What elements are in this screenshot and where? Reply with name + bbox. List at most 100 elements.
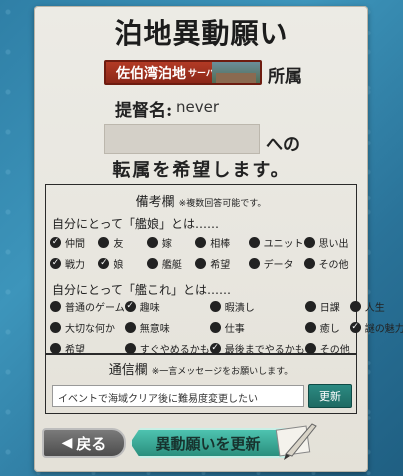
unchecked-checkbox-icon: [124, 343, 136, 354]
submit-label: 異動願いを更新: [155, 434, 261, 453]
quill-icon: [275, 423, 317, 460]
admiral-name: never: [176, 98, 220, 116]
base-name: 佐伯湾泊地: [116, 65, 186, 82]
q1-option[interactable]: 艦艇: [146, 256, 195, 271]
q2-option[interactable]: 無意味: [124, 320, 210, 335]
q2-title: 自分にとって「艦これ」とは……: [52, 283, 232, 297]
q1-option[interactable]: 娘: [98, 256, 146, 271]
unchecked-checkbox-icon: [98, 237, 110, 248]
q1-option-label: データ: [263, 260, 294, 271]
q2-option[interactable]: 謎の魅力: [349, 320, 403, 335]
q1-option-label: 相棒: [210, 239, 231, 250]
q1-option[interactable]: 仲間: [50, 235, 98, 250]
q2-option-label: 仕事: [224, 324, 245, 335]
base-badge: 佐伯湾泊地 サーバ: [104, 60, 262, 85]
q2-option[interactable]: 癒し: [304, 320, 350, 335]
checked-checkbox-icon: [209, 343, 221, 354]
unchecked-checkbox-icon: [303, 258, 315, 269]
checked-checkbox-icon: [349, 322, 361, 333]
remarks-title: 備考欄: [135, 195, 175, 210]
base-illustration: [212, 62, 260, 83]
q1-option-label: その他: [318, 260, 349, 271]
unchecked-checkbox-icon: [50, 301, 61, 312]
message-input[interactable]: イベントで海域クリア後に難易度変更したい: [52, 385, 304, 407]
admiral-label: 提督名:: [115, 101, 173, 121]
q2-option[interactable]: 暇潰し: [209, 299, 305, 314]
checked-checkbox-icon: [50, 258, 61, 269]
unchecked-checkbox-icon: [304, 343, 316, 354]
q1-option[interactable]: 相棒: [195, 235, 248, 250]
q2-option-label: 暇潰し: [224, 303, 255, 314]
request-text: 転属を希望します。: [112, 160, 291, 181]
unchecked-checkbox-icon: [304, 322, 316, 333]
q1-option[interactable]: 希望: [195, 256, 248, 271]
q1-option[interactable]: 戦力: [50, 256, 98, 271]
q2-option[interactable]: 普通のゲーム: [50, 299, 125, 314]
target-base-field[interactable]: [104, 124, 260, 154]
q1-option[interactable]: ユニット: [248, 235, 304, 250]
comm-section: 通信欄 ※一言メッセージをお願いします。 イベントで海域クリア後に難易度変更したい…: [45, 354, 357, 414]
q2-option-label: 謎の魅力: [364, 324, 403, 335]
comm-header: 通信欄 ※一言メッセージをお願いします。: [46, 359, 356, 378]
q2-option-label: 無意味: [139, 324, 170, 335]
remarks-note: ※複数回答可能です。: [178, 199, 267, 209]
q2-option-label: 趣味: [139, 303, 160, 314]
to-label: への: [266, 135, 300, 155]
unchecked-checkbox-icon: [209, 301, 221, 312]
q1-option-label: 戦力: [65, 260, 85, 271]
q2-option-label: 大切な何か: [65, 324, 115, 335]
q2-option[interactable]: 人生: [349, 299, 403, 314]
unchecked-checkbox-icon: [146, 237, 158, 248]
comm-note: ※一言メッセージをお願いします。: [151, 367, 294, 377]
unchecked-checkbox-icon: [50, 343, 61, 354]
comm-title: 通信欄: [108, 363, 148, 378]
checked-checkbox-icon: [124, 301, 136, 312]
q1-option-label: 仲間: [65, 239, 85, 250]
unchecked-checkbox-icon: [248, 258, 260, 269]
q1-option-label: 嫁: [161, 239, 172, 250]
q1-option[interactable]: 思い出: [303, 235, 352, 250]
update-message-button[interactable]: 更新: [308, 384, 352, 408]
q1-option-label: 艦艇: [161, 260, 182, 271]
back-label: 戻る: [76, 434, 107, 453]
q2-option[interactable]: 大切な何か: [50, 320, 125, 335]
q2-option-label: 日課: [319, 303, 340, 314]
checked-checkbox-icon: [98, 258, 110, 269]
unchecked-checkbox-icon: [146, 258, 158, 269]
submit-transfer-button[interactable]: 異動願いを更新: [130, 428, 286, 458]
base-server-label: サーバ: [188, 69, 215, 79]
q1-option-label: 希望: [210, 260, 231, 271]
q1-option-label: 友: [113, 239, 124, 250]
q1-option[interactable]: その他: [303, 256, 352, 271]
q1-option[interactable]: データ: [248, 256, 304, 271]
q1-option[interactable]: 嫁: [146, 235, 195, 250]
back-button[interactable]: ◀ 戻る: [42, 428, 126, 458]
unchecked-checkbox-icon: [195, 258, 207, 269]
q1-option-label: 娘: [113, 260, 124, 271]
unchecked-checkbox-icon: [195, 237, 207, 248]
back-arrow-icon: ◀: [61, 435, 73, 451]
checked-checkbox-icon: [50, 237, 61, 248]
affiliation-label: 所属: [268, 67, 302, 87]
q2-option-label: 癒し: [319, 324, 340, 335]
q1-option[interactable]: 友: [98, 235, 146, 250]
q2-option[interactable]: 日課: [304, 299, 350, 314]
remarks-section: 備考欄※複数回答可能です。 自分にとって「艦娘」とは…… 仲間 友 嫁 相棒 ユニット 思…: [45, 184, 403, 356]
q1-option-label: 思い出: [318, 239, 349, 250]
q2-option[interactable]: 仕事: [209, 320, 305, 335]
unchecked-checkbox-icon: [304, 301, 316, 312]
q1-options: 仲間 友 嫁 相棒 ユニット 思い出戦力 娘 艦艇 希望 データ その他: [50, 235, 352, 271]
q1-option-label: ユニット: [263, 239, 304, 250]
unchecked-checkbox-icon: [349, 301, 361, 312]
page-title: 泊地異動願い: [114, 17, 289, 50]
q2-option[interactable]: 趣味: [124, 299, 210, 314]
q1-title: 自分にとって「艦娘」とは……: [52, 217, 220, 231]
unchecked-checkbox-icon: [248, 237, 260, 248]
remarks-header: 備考欄 ※複数回答可能です。: [46, 191, 356, 210]
q2-option-label: 人生: [364, 303, 385, 314]
unchecked-checkbox-icon: [50, 322, 61, 333]
unchecked-checkbox-icon: [124, 322, 136, 333]
q2-option-label: 普通のゲーム: [65, 303, 125, 314]
q2-options: 普通のゲーム趣味暇潰し日課人生大切な何か無意味仕事癒し謎の魅力希望すぐやめるかも…: [50, 299, 403, 356]
unchecked-checkbox-icon: [209, 322, 221, 333]
